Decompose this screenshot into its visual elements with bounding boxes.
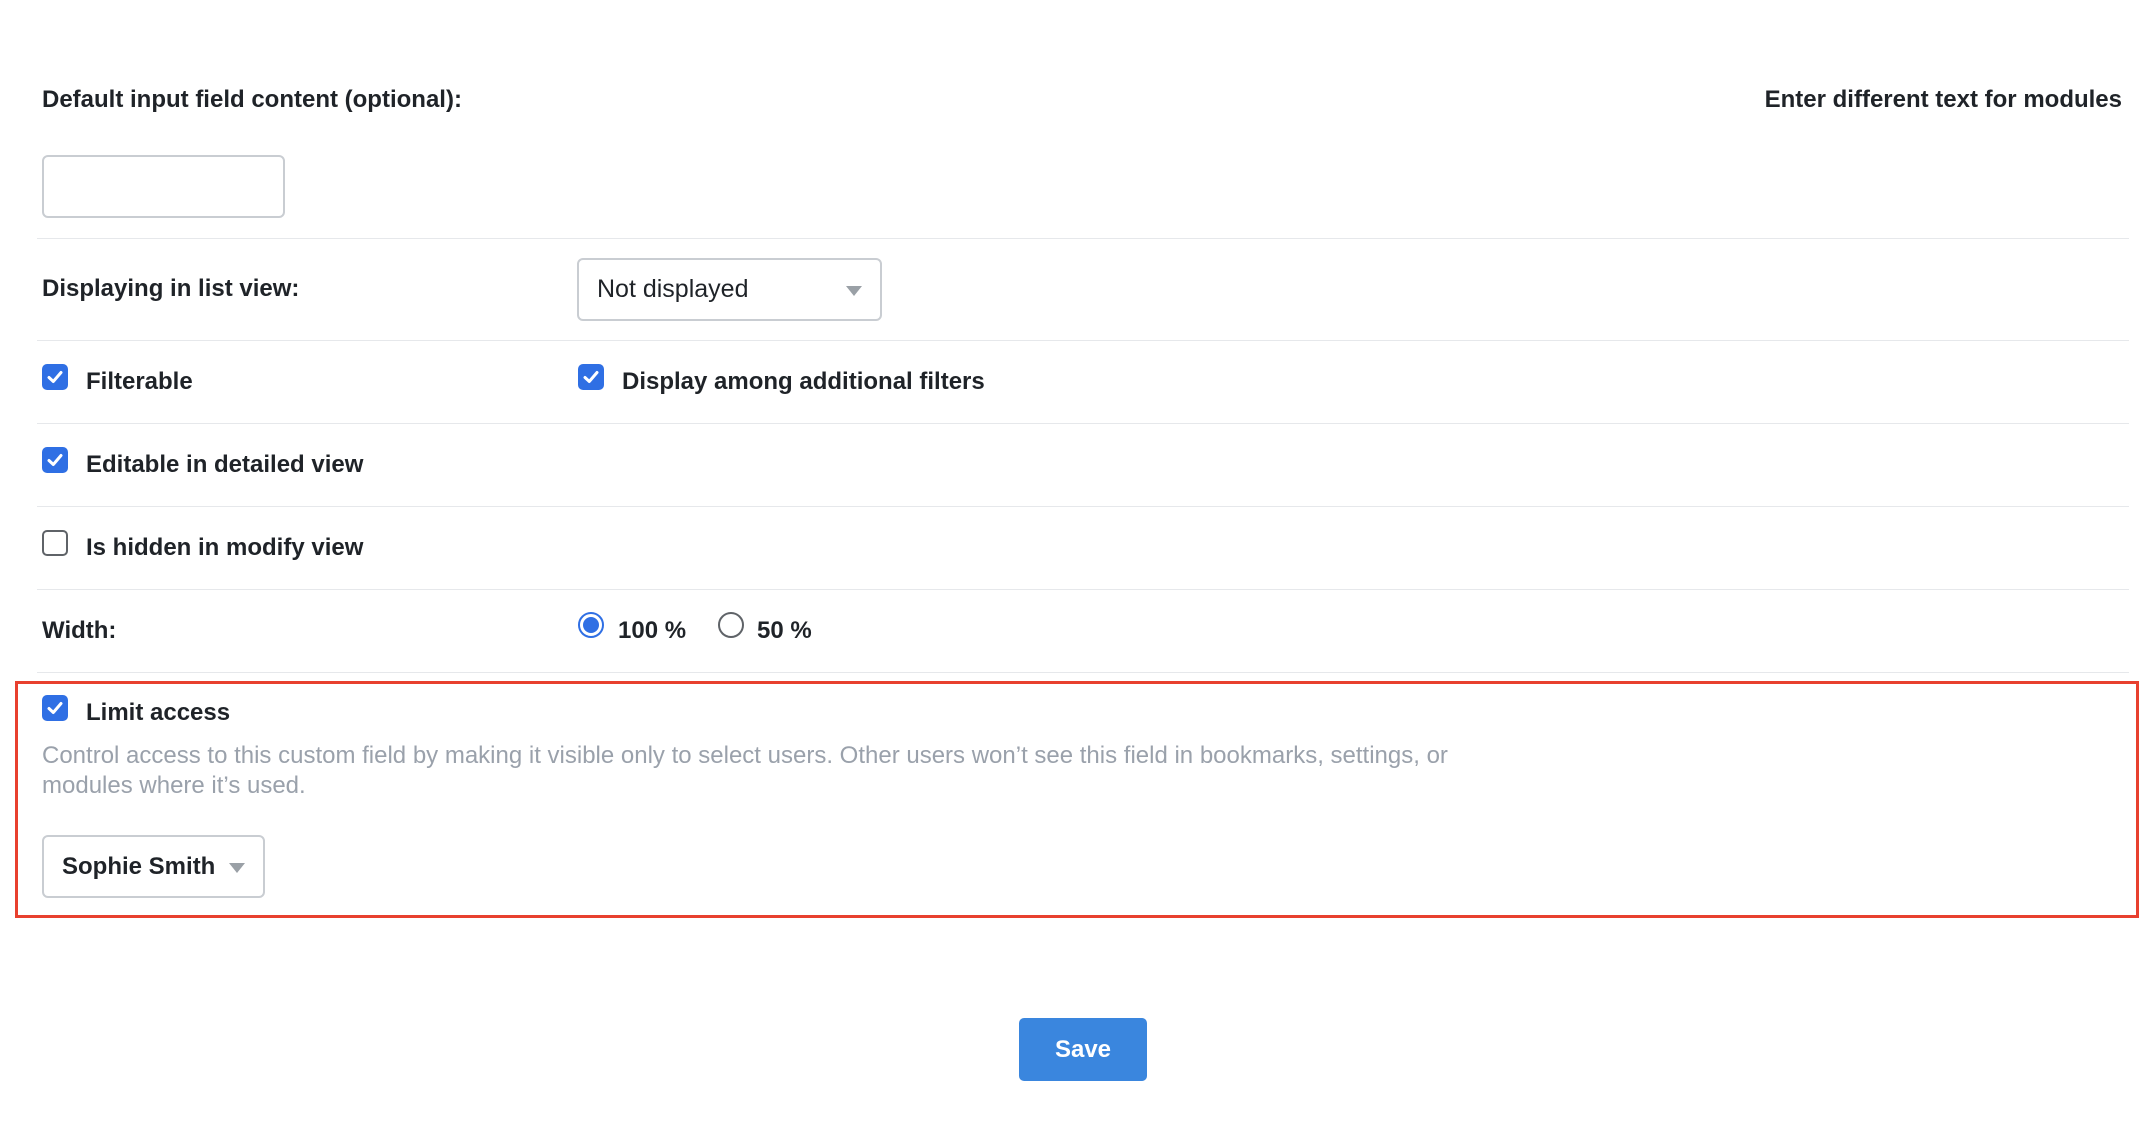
limit-access-help-text: Control access to this custom field by m… xyxy=(42,742,1448,799)
hidden-modify-label: Is hidden in modify view xyxy=(86,534,364,561)
divider xyxy=(37,672,2129,673)
divider xyxy=(37,423,2129,424)
limit-access-checkbox[interactable] xyxy=(42,695,68,721)
hidden-modify-checkbox[interactable] xyxy=(42,530,68,556)
checkmark-icon xyxy=(583,371,599,383)
additional-filters-label: Display among additional filters xyxy=(622,368,985,395)
chevron-down-icon xyxy=(846,285,862,296)
list-view-label: Displaying in list view: xyxy=(42,275,300,302)
divider xyxy=(37,340,2129,341)
custom-field-settings: Default input field content (optional): … xyxy=(0,0,2156,1132)
checkmark-icon xyxy=(47,702,63,714)
editable-detailed-checkbox[interactable] xyxy=(42,447,68,473)
filterable-checkbox[interactable] xyxy=(42,364,68,390)
filterable-label: Filterable xyxy=(86,368,193,395)
checkmark-icon xyxy=(47,371,63,383)
enter-text-for-modules-link[interactable]: Enter different text for modules xyxy=(1765,86,2122,114)
default-content-input[interactable] xyxy=(42,155,285,218)
width-50-radio[interactable] xyxy=(718,612,744,638)
checkmark-icon xyxy=(47,454,63,466)
chevron-down-icon xyxy=(229,862,245,873)
width-label: Width: xyxy=(42,617,117,644)
list-view-select[interactable]: Not displayed xyxy=(577,258,882,321)
divider xyxy=(37,238,2129,239)
width-100-label: 100 % xyxy=(618,617,687,644)
radio-dot xyxy=(583,617,599,633)
additional-filters-checkbox[interactable] xyxy=(578,364,604,390)
divider xyxy=(37,589,2129,590)
list-view-selected-value: Not displayed xyxy=(597,275,749,303)
user-selected-value: Sophie Smith xyxy=(62,852,216,880)
width-100-radio[interactable] xyxy=(578,612,604,638)
editable-detailed-label: Editable in detailed view xyxy=(86,451,364,478)
limit-access-label: Limit access xyxy=(86,699,231,726)
divider xyxy=(37,506,2129,507)
user-select[interactable]: Sophie Smith xyxy=(42,835,265,898)
width-50-label: 50 % xyxy=(757,617,812,644)
default-content-label: Default input field content (optional): xyxy=(42,86,462,113)
save-button[interactable]: Save xyxy=(1019,1018,1147,1081)
